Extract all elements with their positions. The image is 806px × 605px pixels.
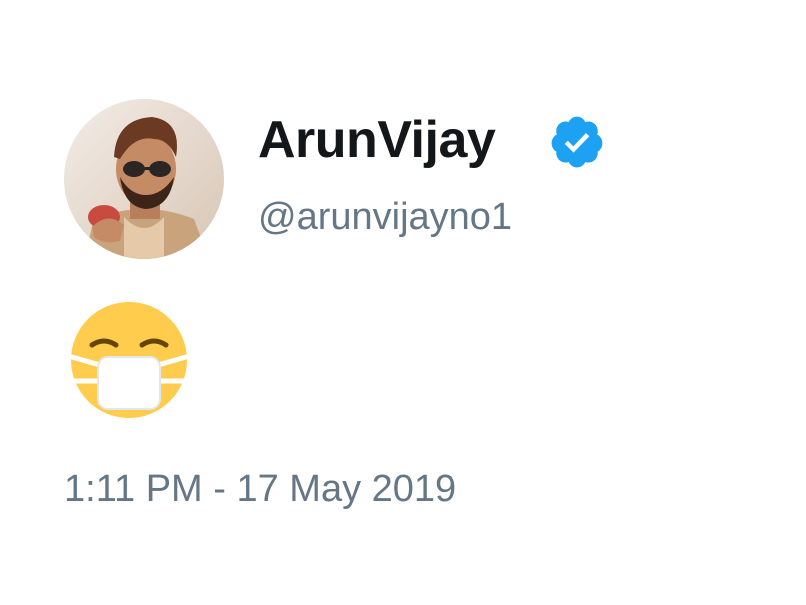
user-handle[interactable]: @arunvijayno1 [258, 194, 512, 240]
tweet-timestamp[interactable]: 1:11 PM - 17 May 2019 [64, 466, 456, 512]
avatar-photo [64, 99, 224, 259]
profile-avatar[interactable] [64, 99, 224, 259]
display-name[interactable]: ArunVijay [258, 110, 496, 170]
tweet-card: ArunVijay @arunvijayno1 1:11 PM - 17 May… [0, 0, 806, 605]
verified-badge-icon [551, 116, 603, 168]
face-with-medical-mask-icon [70, 302, 188, 418]
